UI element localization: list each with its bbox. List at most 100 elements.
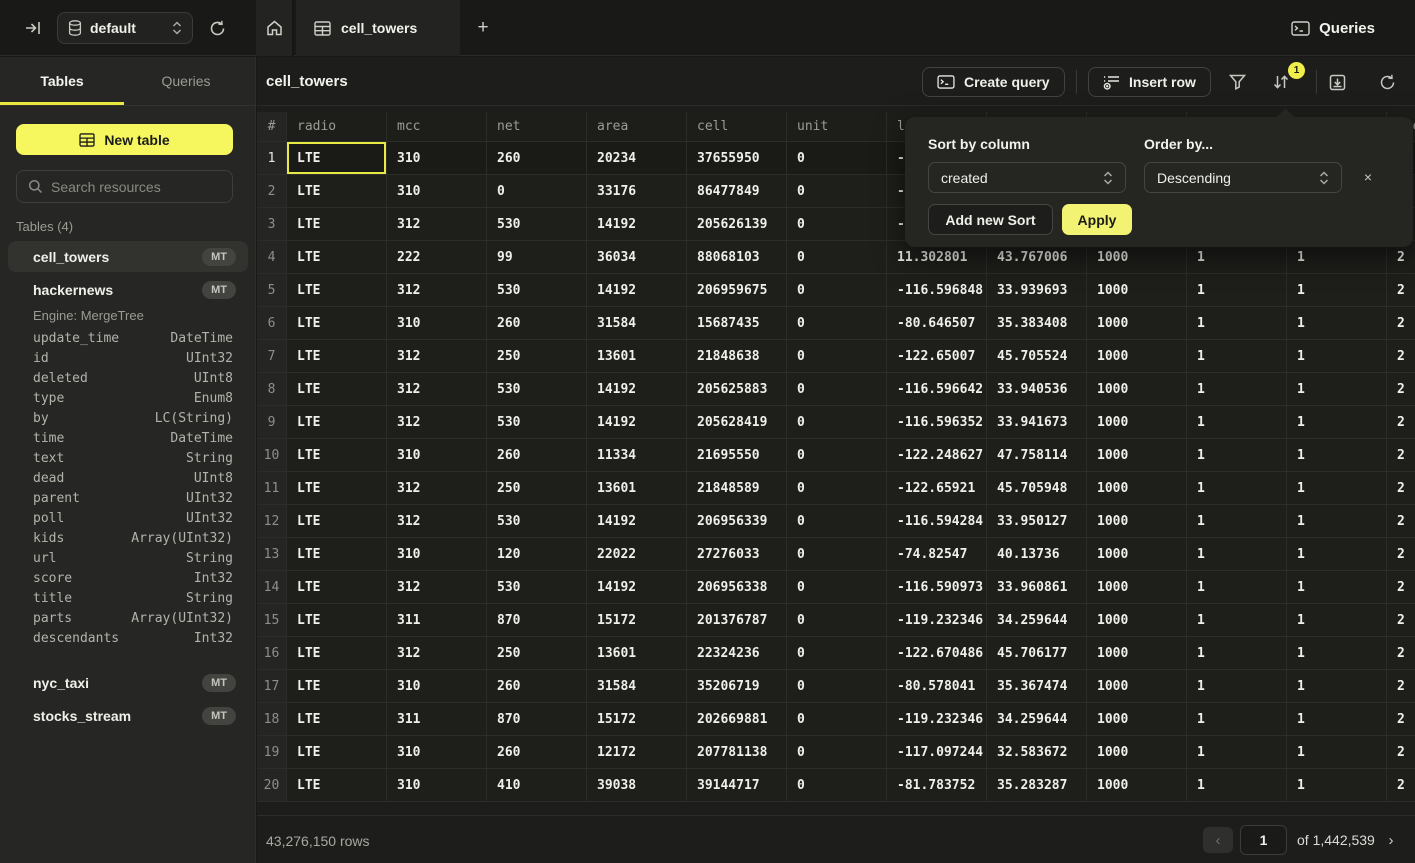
cell-lat[interactable]: 45.705524: [987, 340, 1087, 373]
cell-area[interactable]: 14192: [587, 406, 687, 439]
cell-changeable[interactable]: 1: [1287, 637, 1387, 670]
cell-unit[interactable]: 0: [787, 571, 887, 604]
cell-area[interactable]: 20234: [587, 142, 687, 175]
remove-sort-button[interactable]: ×: [1357, 166, 1379, 188]
cell-created[interactable]: 2: [1387, 472, 1415, 505]
cell-lon[interactable]: -122.65921: [887, 472, 987, 505]
cell-mcc[interactable]: 312: [387, 373, 487, 406]
cell-radio[interactable]: LTE: [287, 208, 387, 241]
cell-mcc[interactable]: 312: [387, 637, 487, 670]
cell-radio[interactable]: LTE: [287, 439, 387, 472]
cell-range[interactable]: 1000: [1087, 604, 1187, 637]
cell-created[interactable]: 2: [1387, 571, 1415, 604]
cell-lon[interactable]: -117.097244: [887, 736, 987, 769]
cell-samples[interactable]: 1: [1187, 538, 1287, 571]
sidebar-item-stocks_stream[interactable]: stocks_streamMT: [8, 700, 248, 731]
refresh-table-button[interactable]: [1375, 70, 1399, 94]
cell-unit[interactable]: 0: [787, 406, 887, 439]
cell-net[interactable]: 260: [487, 307, 587, 340]
sidebar-item-nyc_taxi[interactable]: nyc_taxiMT: [8, 667, 248, 698]
cell-range[interactable]: 1000: [1087, 340, 1187, 373]
cell-lon[interactable]: -74.82547: [887, 538, 987, 571]
cell-mcc[interactable]: 222: [387, 241, 487, 274]
cell-cell[interactable]: 201376787: [687, 604, 787, 637]
cell-area[interactable]: 11334: [587, 439, 687, 472]
cell-unit[interactable]: 0: [787, 604, 887, 637]
cell-cell[interactable]: 21695550: [687, 439, 787, 472]
cell-net[interactable]: 530: [487, 505, 587, 538]
cell-created[interactable]: 2: [1387, 637, 1415, 670]
cell-lat[interactable]: 33.940536: [987, 373, 1087, 406]
cell-area[interactable]: 13601: [587, 637, 687, 670]
cell-lat[interactable]: 33.941673: [987, 406, 1087, 439]
cell-changeable[interactable]: 1: [1287, 736, 1387, 769]
cell-unit[interactable]: 0: [787, 670, 887, 703]
cell-samples[interactable]: 1: [1187, 703, 1287, 736]
cell-samples[interactable]: 1: [1187, 637, 1287, 670]
cell-area[interactable]: 15172: [587, 703, 687, 736]
cell-samples[interactable]: 1: [1187, 373, 1287, 406]
cell-lat[interactable]: 33.960861: [987, 571, 1087, 604]
cell-samples[interactable]: 1: [1187, 670, 1287, 703]
cell-net[interactable]: 530: [487, 406, 587, 439]
cell-samples[interactable]: 1: [1187, 340, 1287, 373]
cell-created[interactable]: 2: [1387, 538, 1415, 571]
next-page-button[interactable]: ›: [1381, 828, 1401, 852]
cell-radio[interactable]: LTE: [287, 505, 387, 538]
cell-mcc[interactable]: 310: [387, 736, 487, 769]
cell-cell[interactable]: 202669881: [687, 703, 787, 736]
cell-unit[interactable]: 0: [787, 505, 887, 538]
cell-created[interactable]: 2: [1387, 373, 1415, 406]
cell-area[interactable]: 13601: [587, 472, 687, 505]
cell-created[interactable]: 2: [1387, 736, 1415, 769]
cell-area[interactable]: 31584: [587, 670, 687, 703]
cell-mcc[interactable]: 312: [387, 274, 487, 307]
cell-mcc[interactable]: 310: [387, 538, 487, 571]
collapse-sidebar-button[interactable]: [22, 18, 44, 38]
cell-range[interactable]: 1000: [1087, 769, 1187, 802]
cell-radio[interactable]: LTE: [287, 538, 387, 571]
cell-net[interactable]: 250: [487, 340, 587, 373]
search-input[interactable]: [51, 179, 211, 195]
cell-range[interactable]: 1000: [1087, 274, 1187, 307]
cell-lat[interactable]: 33.950127: [987, 505, 1087, 538]
cell-samples[interactable]: 1: [1187, 439, 1287, 472]
cell-samples[interactable]: 1: [1187, 604, 1287, 637]
cell-net[interactable]: 120: [487, 538, 587, 571]
cell-cell[interactable]: 206959675: [687, 274, 787, 307]
cell-radio[interactable]: LTE: [287, 340, 387, 373]
cell-net[interactable]: 530: [487, 208, 587, 241]
cell-lat[interactable]: 34.259644: [987, 604, 1087, 637]
cell-net[interactable]: 260: [487, 142, 587, 175]
cell-unit[interactable]: 0: [787, 175, 887, 208]
cell-unit[interactable]: 0: [787, 538, 887, 571]
cell-range[interactable]: 1000: [1087, 373, 1187, 406]
cell-range[interactable]: 1000: [1087, 406, 1187, 439]
create-query-button[interactable]: Create query: [922, 67, 1065, 97]
cell-lon[interactable]: -80.578041: [887, 670, 987, 703]
cell-mcc[interactable]: 310: [387, 769, 487, 802]
cell-mcc[interactable]: 312: [387, 208, 487, 241]
cell-area[interactable]: 36034: [587, 241, 687, 274]
cell-lat[interactable]: 47.758114: [987, 439, 1087, 472]
cell-created[interactable]: 2: [1387, 307, 1415, 340]
cell-unit[interactable]: 0: [787, 736, 887, 769]
cell-cell[interactable]: 205628419: [687, 406, 787, 439]
cell-lat[interactable]: 35.367474: [987, 670, 1087, 703]
cell-area[interactable]: 14192: [587, 505, 687, 538]
cell-created[interactable]: 2: [1387, 670, 1415, 703]
cell-mcc[interactable]: 312: [387, 472, 487, 505]
cell-lon[interactable]: -116.594284: [887, 505, 987, 538]
cell-area[interactable]: 13601: [587, 340, 687, 373]
cell-samples[interactable]: 1: [1187, 307, 1287, 340]
cell-area[interactable]: 39038: [587, 769, 687, 802]
cell-changeable[interactable]: 1: [1287, 538, 1387, 571]
cell-area[interactable]: 31584: [587, 307, 687, 340]
cell-mcc[interactable]: 312: [387, 340, 487, 373]
cell-changeable[interactable]: 1: [1287, 571, 1387, 604]
cell-lat[interactable]: 34.259644: [987, 703, 1087, 736]
cell-unit[interactable]: 0: [787, 241, 887, 274]
cell-range[interactable]: 1000: [1087, 637, 1187, 670]
cell-area[interactable]: 12172: [587, 736, 687, 769]
cell-lon[interactable]: -116.590973: [887, 571, 987, 604]
